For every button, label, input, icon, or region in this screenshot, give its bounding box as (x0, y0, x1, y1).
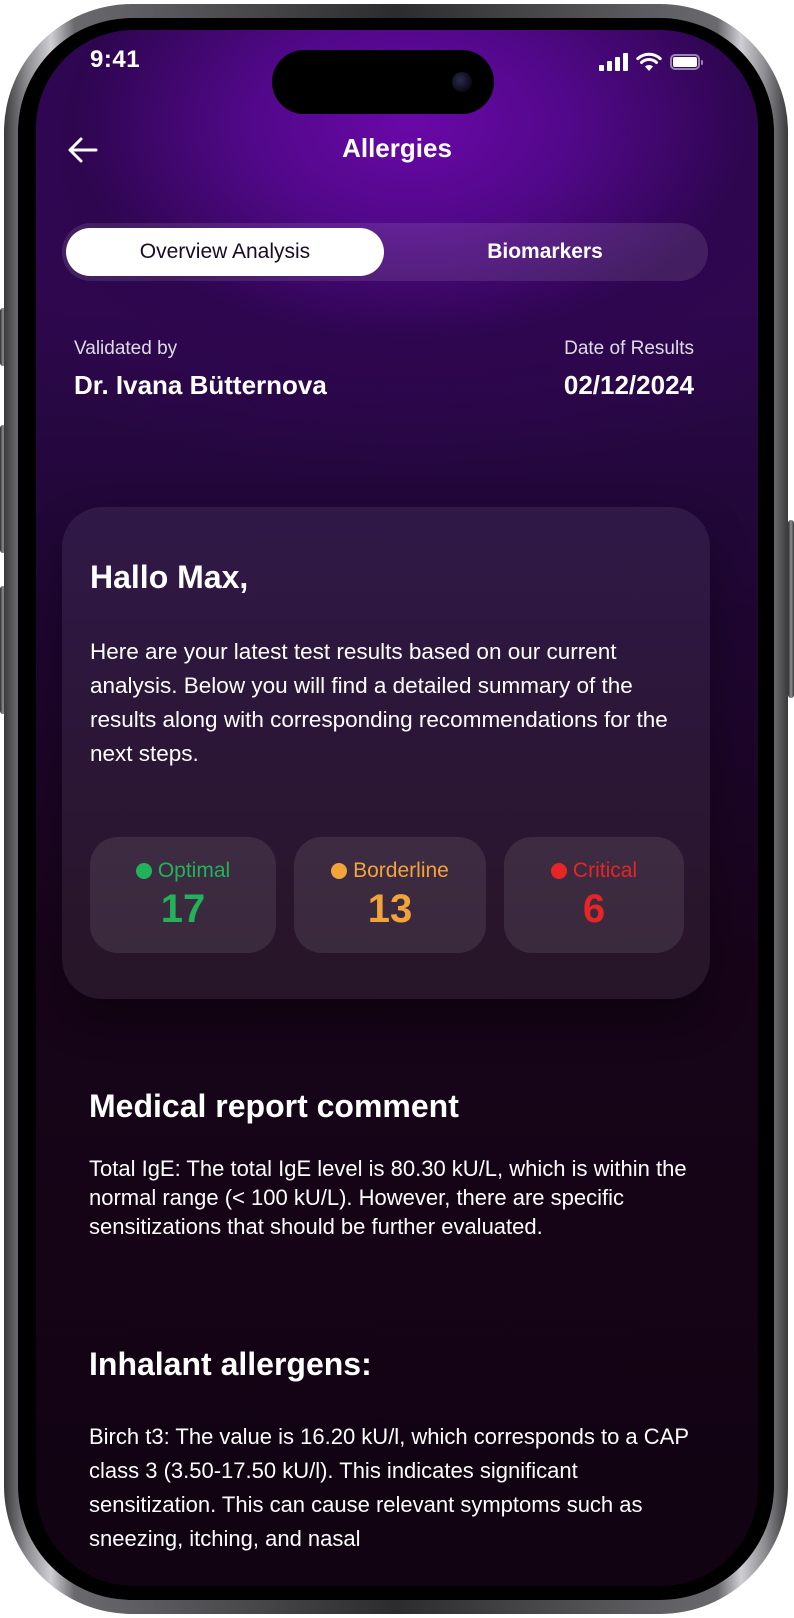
inhalant-title: Inhalant allergens: (89, 1346, 372, 1382)
signal-icon (599, 53, 628, 71)
battery-icon (670, 54, 703, 70)
greeting-text: Here are your latest test results based … (90, 639, 668, 766)
status-dot-icon (550, 863, 567, 879)
front-camera (452, 72, 472, 92)
status-icons (599, 50, 703, 74)
stat-critical-label-row: Critical (504, 859, 684, 883)
date-of-results: Date of Results 02/12/2024 (564, 338, 694, 401)
stat-borderline[interactable]: Borderline 13 (294, 837, 486, 953)
tab-biomarkers[interactable]: Biomarkers (386, 228, 704, 276)
tab-overview-analysis[interactable]: Overview Analysis (66, 228, 384, 276)
status-time: 9:41 (90, 46, 141, 73)
segmented-tabs: Overview Analysis Biomarkers (62, 223, 708, 281)
validated-by-label: Validated by (74, 338, 178, 359)
stats-row: Optimal 17 Borderline 13 Critical 6 (90, 837, 684, 953)
report-title: Medical report comment (89, 1088, 459, 1124)
dynamic-island (272, 50, 494, 114)
stat-optimal-label: Optimal (157, 859, 231, 882)
validated-by: Validated by Dr. Ivana Bütternova (74, 338, 327, 401)
status-bar: 9:41 (36, 30, 758, 114)
stat-critical-label: Critical (572, 859, 638, 882)
power-button (788, 520, 794, 698)
date-of-results-value: 02/12/2024 (563, 370, 694, 400)
stat-borderline-label: Borderline (353, 859, 449, 882)
stat-optimal[interactable]: Optimal 17 (90, 837, 276, 953)
date-of-results-label: Date of Results (564, 338, 694, 359)
page-title: Allergies (342, 133, 452, 163)
wifi-icon (636, 52, 662, 71)
status-dot-icon (135, 863, 152, 879)
greeting-title: Hallo Max, (90, 559, 249, 595)
stat-optimal-value: 17 (160, 887, 206, 931)
status-dot-icon (331, 863, 348, 879)
stat-critical-value: 6 (582, 887, 606, 931)
nav-header: Allergies (36, 125, 758, 175)
report-text: Total IgE: The total IgE level is 80.30 … (89, 1156, 687, 1239)
app-screen: 9:41 Allergies Overview Analysis Biomark… (36, 30, 758, 1586)
stat-borderline-label-row: Borderline (294, 859, 486, 883)
stat-borderline-value: 13 (367, 887, 413, 931)
phone-mockup: 9:41 Allergies Overview Analysis Biomark… (0, 0, 794, 1618)
stat-optimal-label-row: Optimal (90, 859, 276, 883)
stat-critical[interactable]: Critical 6 (504, 837, 684, 953)
summary-card: Hallo Max, Here are your latest test res… (62, 507, 710, 999)
inhalant-text: Birch t3: The value is 16.20 kU/l, which… (89, 1424, 689, 1551)
validated-by-value: Dr. Ivana Bütternova (74, 370, 327, 400)
